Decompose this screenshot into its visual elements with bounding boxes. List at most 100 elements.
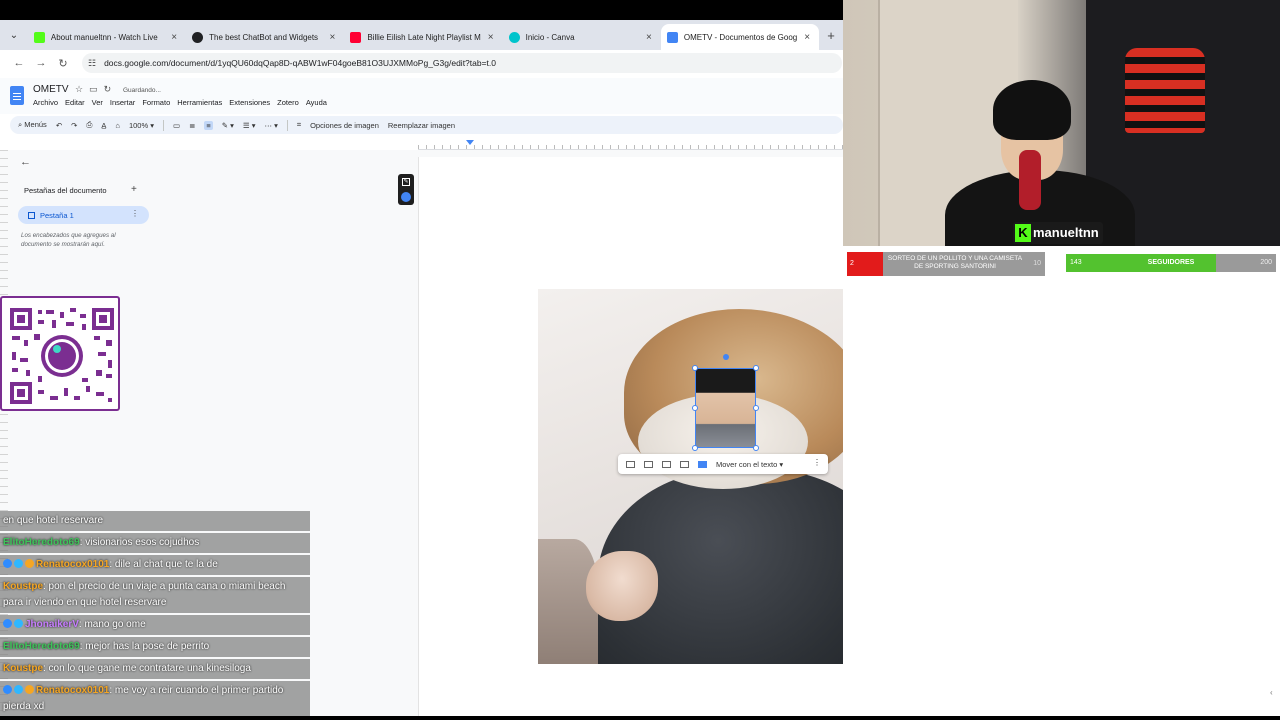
menu-archivo[interactable]: Archivo bbox=[33, 98, 58, 107]
close-tabs-panel-icon[interactable]: ← bbox=[20, 156, 31, 168]
image-options-button[interactable]: Opciones de imagen bbox=[310, 121, 379, 130]
check-icon[interactable] bbox=[401, 192, 411, 202]
chat-username: Koustpe bbox=[3, 663, 43, 674]
redo-icon[interactable]: ↷ bbox=[71, 121, 77, 130]
image-more-icon[interactable]: ⋮ bbox=[813, 458, 821, 467]
resize-handle[interactable] bbox=[692, 405, 698, 411]
menu-herramientas[interactable]: Herramientas bbox=[177, 98, 222, 107]
streamer-tag: K manueltnn bbox=[1013, 222, 1103, 244]
reload-icon[interactable]: ↻ bbox=[52, 57, 74, 70]
tabs-panel-hint: Los encabezados que agregues al document… bbox=[21, 232, 116, 248]
menu-extensiones[interactable]: Extensiones bbox=[229, 98, 270, 107]
edit-mode-icon[interactable]: ✎ bbox=[402, 178, 410, 186]
tab-title: Inicio - Canva bbox=[525, 32, 575, 42]
screen: ⌄ About manueltnn - Watch Live × The bes… bbox=[0, 0, 1280, 720]
document-title[interactable]: OMETV bbox=[33, 84, 69, 95]
chat-badge-icon bbox=[25, 559, 34, 568]
wrap-inline-icon[interactable]: ▭ bbox=[173, 121, 180, 130]
resize-handle[interactable] bbox=[753, 405, 759, 411]
search-icon: ⌕ bbox=[18, 120, 23, 129]
chat-overlay: en que hotel reservare ElitoHeredoto69: v… bbox=[0, 511, 310, 720]
crop-icon[interactable]: ⌗ bbox=[297, 120, 301, 130]
menu-ver[interactable]: Ver bbox=[92, 98, 103, 107]
github-favicon-icon bbox=[192, 31, 204, 43]
new-tab-icon[interactable]: + bbox=[819, 28, 843, 43]
horizontal-ruler[interactable] bbox=[418, 138, 843, 150]
spellcheck-icon[interactable]: A̲ bbox=[101, 121, 106, 130]
border-color-icon[interactable]: ✎ ▾ bbox=[222, 121, 234, 130]
wrap-mode-label: Mover con el texto bbox=[716, 459, 778, 469]
docs-logo-icon[interactable] bbox=[10, 86, 24, 105]
border-dash-icon[interactable]: ⋯ ▾ bbox=[265, 121, 278, 130]
border-weight-icon[interactable]: ☰ ▾ bbox=[243, 121, 256, 130]
resize-handle[interactable] bbox=[692, 365, 698, 371]
url-field[interactable]: ☷ docs.google.com/document/d/1yqQU60dqQa… bbox=[82, 53, 842, 73]
tabs-panel-heading: Pestañas del documento bbox=[24, 186, 107, 195]
wrap-mode-select[interactable]: Mover con el texto ▾ bbox=[716, 460, 783, 469]
document-tab-1[interactable]: Pestaña 1 ⋮ bbox=[18, 206, 149, 224]
wrap-text-option-icon[interactable] bbox=[644, 460, 653, 468]
dog-image[interactable] bbox=[538, 289, 843, 664]
search-menus-button[interactable]: ⌕ Menús bbox=[18, 120, 47, 130]
chat-username: Renatocox0101 bbox=[36, 685, 110, 696]
chat-text: en que hotel reservare bbox=[3, 515, 104, 526]
replace-image-button[interactable]: Reemplazar imagen bbox=[388, 121, 455, 130]
move-folder-icon[interactable]: ▭ bbox=[89, 84, 98, 95]
chat-message: ElitoHeredoto69: visionarios esos cojudh… bbox=[0, 533, 310, 553]
front-text-option-icon[interactable] bbox=[698, 460, 707, 468]
resize-handle[interactable] bbox=[753, 365, 759, 371]
menu-ayuda[interactable]: Ayuda bbox=[306, 98, 327, 107]
chat-message: Renatocox0101: dile al chat que te la de bbox=[0, 555, 310, 575]
tab-kick[interactable]: About manueltnn - Watch Live × bbox=[28, 24, 186, 50]
tab-canva[interactable]: Inicio - Canva × bbox=[503, 24, 661, 50]
wrap-inline-option-icon[interactable] bbox=[626, 460, 635, 468]
selected-face-image[interactable] bbox=[692, 365, 759, 451]
zoom-select[interactable]: 100% ▾ bbox=[129, 121, 154, 130]
chat-text: : mano go ome bbox=[78, 619, 146, 630]
back-icon[interactable]: ← bbox=[8, 57, 30, 69]
close-tab-icon[interactable]: × bbox=[485, 32, 497, 43]
tab-youtube[interactable]: Billie Eilish Late Night Playlist M × bbox=[344, 24, 502, 50]
webcam-person-hair bbox=[993, 80, 1071, 140]
tab-chatbot[interactable]: The best ChatBot and Widgets × bbox=[186, 24, 344, 50]
star-icon[interactable]: ☆ bbox=[75, 84, 83, 95]
tab-strip: ⌄ About manueltnn - Watch Live × The bes… bbox=[0, 20, 843, 50]
rotate-handle-icon[interactable] bbox=[723, 354, 729, 360]
site-info-icon[interactable]: ☷ bbox=[88, 58, 96, 69]
tab-more-icon[interactable]: ⋮ bbox=[131, 209, 139, 218]
break-text-option-icon[interactable] bbox=[662, 460, 671, 468]
indent-marker-icon[interactable] bbox=[466, 140, 474, 145]
url-text: docs.google.com/document/d/1yqQU60dqQap8… bbox=[104, 58, 497, 68]
close-tab-icon[interactable]: × bbox=[326, 32, 338, 43]
tab-search-dropdown-icon[interactable]: ⌄ bbox=[0, 30, 28, 41]
resize-handle[interactable] bbox=[753, 445, 759, 451]
bottom-black-bar bbox=[0, 716, 1280, 720]
menu-zotero[interactable]: Zotero bbox=[277, 98, 299, 107]
forward-icon[interactable]: → bbox=[30, 57, 52, 69]
menu-editar[interactable]: Editar bbox=[65, 98, 85, 107]
add-tab-icon[interactable]: + bbox=[131, 184, 137, 195]
tab-google-docs[interactable]: OMETV - Documentos de Goog × bbox=[660, 24, 820, 50]
close-tab-icon[interactable]: × bbox=[801, 32, 813, 43]
close-tab-icon[interactable]: × bbox=[168, 32, 180, 43]
paint-format-icon[interactable]: ⌂ bbox=[115, 121, 120, 130]
break-text-icon[interactable]: ≡ bbox=[204, 120, 213, 130]
floating-action-buttons: ✎ bbox=[398, 174, 414, 205]
close-tab-icon[interactable]: × bbox=[643, 32, 655, 43]
undo-icon[interactable]: ↶ bbox=[56, 121, 62, 130]
chat-message: Renatocox0101: me voy a reir cuando el p… bbox=[0, 681, 310, 717]
scroll-arrow-icon[interactable]: ‹ bbox=[1270, 688, 1273, 697]
top-black-bar bbox=[0, 0, 843, 20]
behind-text-option-icon[interactable] bbox=[680, 460, 689, 468]
followers-goal: 200 bbox=[1260, 259, 1272, 266]
sync-icon[interactable]: ↻ bbox=[104, 84, 112, 95]
menu-insertar[interactable]: Insertar bbox=[110, 98, 135, 107]
chat-message: en que hotel reservare bbox=[0, 511, 310, 531]
docs-header: OMETV ☆ ▭ ↻ Guardando... Archivo Editar … bbox=[0, 78, 843, 114]
chat-username: ElitoHeredoto69 bbox=[3, 537, 80, 548]
divider bbox=[163, 119, 164, 131]
resize-handle[interactable] bbox=[692, 445, 698, 451]
print-icon[interactable]: ⎙ bbox=[86, 120, 92, 130]
menu-formato[interactable]: Formato bbox=[142, 98, 170, 107]
wrap-text-icon[interactable]: ≣ bbox=[189, 121, 195, 130]
